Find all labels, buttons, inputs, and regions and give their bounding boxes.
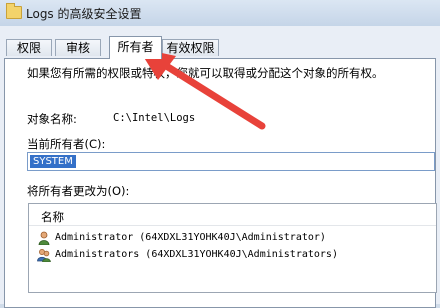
- current-owner-field[interactable]: SYSTEM: [27, 152, 435, 171]
- list-item[interactable]: Administrators (64XDXL31YOHK40J\Administ…: [35, 247, 425, 263]
- tab-effective-permissions[interactable]: 有效权限: [162, 39, 219, 56]
- window-title: Logs 的高级安全设置: [26, 7, 142, 21]
- current-owner-label: 当前所有者(C):: [27, 137, 106, 151]
- dialog-body: 权限 审核 所有者 有效权限 如果您有所需的权限或特权，您就可以取得或分配这个对…: [0, 26, 440, 308]
- owner-name: Administrators (64XDXL31YOHK40J\Administ…: [55, 249, 338, 260]
- user-icon: [38, 231, 50, 245]
- intro-text: 如果您有所需的权限或特权，您就可以取得或分配这个对象的所有权。: [27, 66, 384, 80]
- object-name-value: C:\Intel\Logs: [113, 112, 196, 124]
- object-name-label: 对象名称:: [27, 112, 77, 126]
- title-bar: Logs 的高级安全设置: [0, 0, 440, 26]
- folder-icon: [6, 3, 22, 19]
- column-name: 名称: [41, 210, 64, 224]
- group-icon: [37, 249, 51, 262]
- list-column-header[interactable]: 名称: [29, 204, 436, 226]
- owner-list[interactable]: 名称 Administrator (64XDXL31YOHK40J\Admini…: [28, 203, 437, 293]
- tab-permissions[interactable]: 权限: [6, 39, 52, 56]
- tab-owner[interactable]: 所有者: [109, 36, 162, 59]
- change-owner-label: 将所有者更改为(O):: [27, 184, 130, 198]
- owner-name: Administrator (64XDXL31YOHK40J\Administr…: [55, 232, 326, 243]
- tab-auditing[interactable]: 审核: [55, 39, 101, 56]
- owner-panel: 如果您有所需的权限或特权，您就可以取得或分配这个对象的所有权。 对象名称: C:…: [4, 58, 437, 308]
- list-item[interactable]: Administrator (64XDXL31YOHK40J\Administr…: [35, 230, 425, 246]
- current-owner-value: SYSTEM: [30, 155, 76, 168]
